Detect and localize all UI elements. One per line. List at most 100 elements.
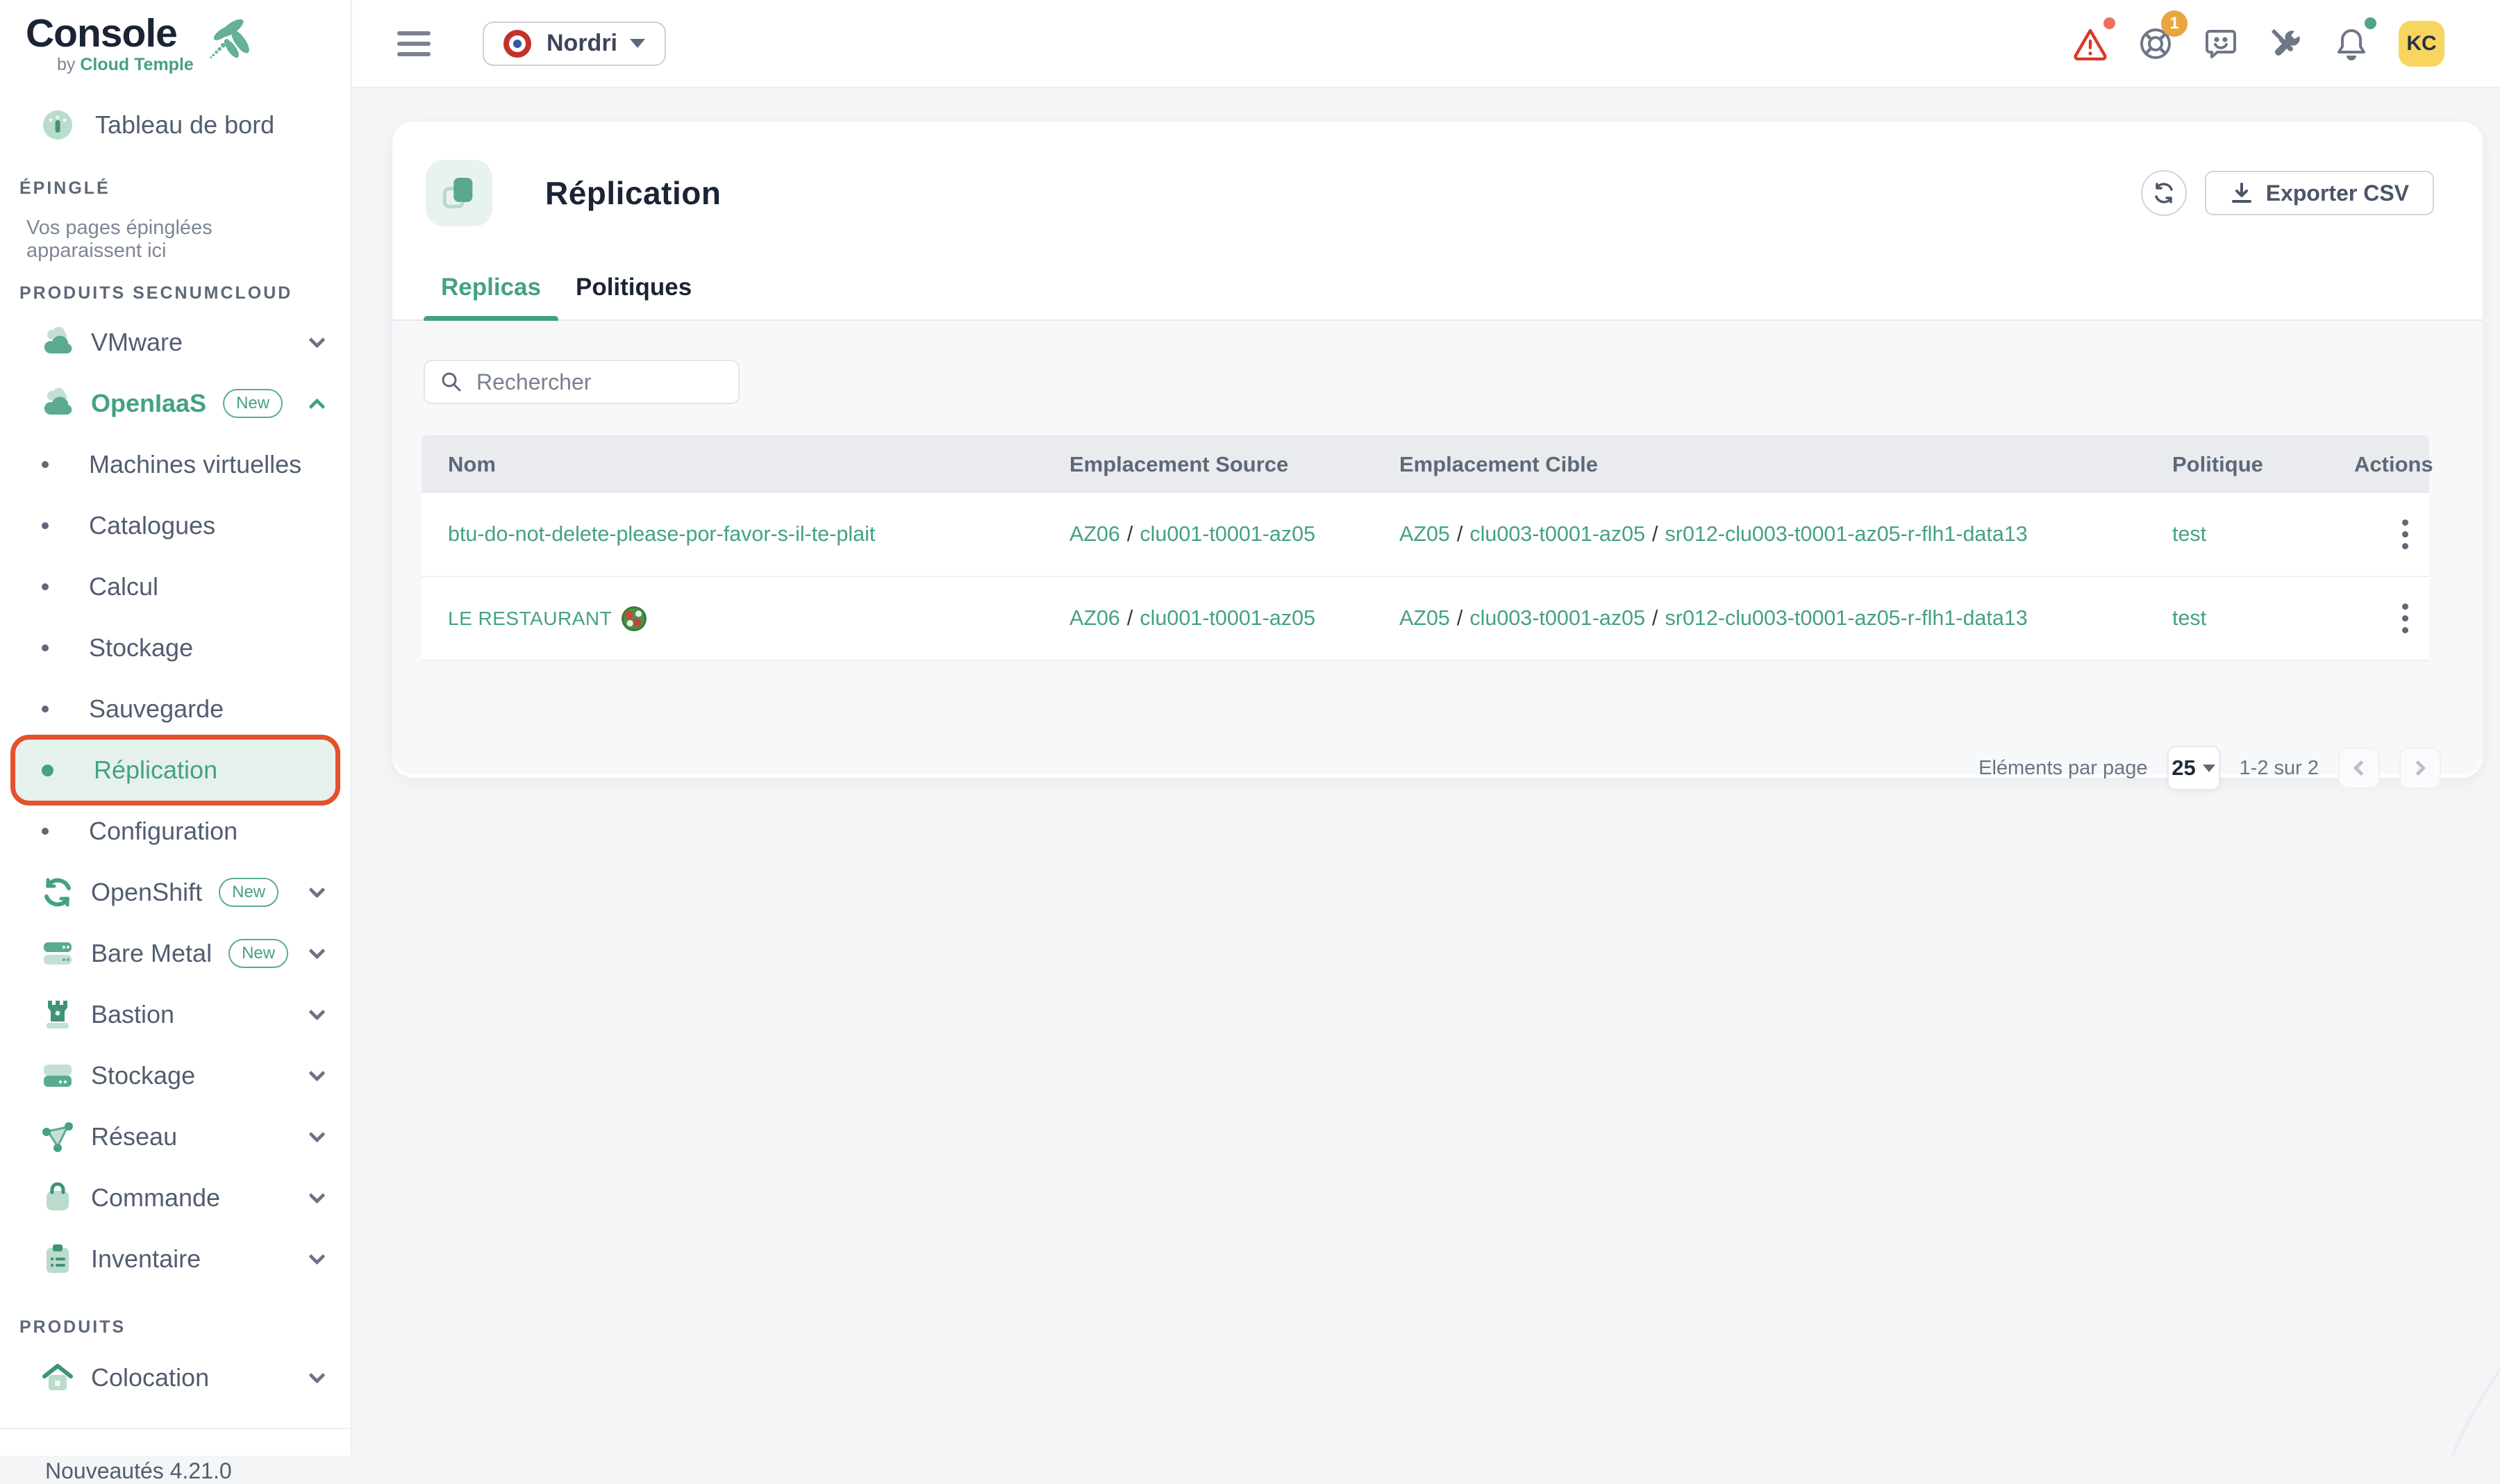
notifications-button[interactable] — [2333, 26, 2369, 62]
col-header-politique: Politique — [2172, 452, 2354, 477]
tab-politiques[interactable]: Politiques — [558, 274, 709, 319]
sidebar-item-reseau[interactable]: Réseau — [0, 1106, 351, 1167]
chevron-down-icon — [308, 1187, 325, 1203]
table-row: btu-do-not-delete-please-por-favor-s-il-… — [422, 493, 2429, 577]
next-page-button[interactable] — [2399, 747, 2441, 789]
search-box[interactable] — [424, 360, 740, 404]
sidebar-item-label: Réseau — [91, 1122, 177, 1151]
alerts-button[interactable] — [2072, 26, 2108, 62]
previous-page-button[interactable] — [2338, 747, 2380, 789]
replication-card: Réplication Exporter CSV — [392, 122, 2483, 778]
replica-name-link[interactable]: LE RESTAURANT — [448, 608, 612, 630]
row-actions-kebab-button[interactable] — [2354, 519, 2456, 549]
chevron-down-icon — [308, 1248, 325, 1265]
sidebar-item-label: OpenIaaS — [91, 389, 206, 418]
sidebar-item-dashboard[interactable]: Tableau de bord — [0, 108, 351, 142]
target-cluster-link[interactable]: clu003-t0001-az05 — [1469, 522, 1645, 546]
sidebar-subitem-catalogues[interactable]: Catalogues — [0, 495, 351, 556]
tab-bar: Replicas Politiques — [392, 274, 2483, 319]
policy-link[interactable]: test — [2172, 522, 2206, 546]
sidebar-subitem-calcul[interactable]: Calcul — [0, 556, 351, 617]
table-row: LE RESTAURANT AZ06/clu001-t0001-az05 AZ0… — [422, 577, 2429, 661]
per-page-label: Eléments par page — [1978, 757, 2147, 780]
sidebar-item-inventaire[interactable]: Inventaire — [0, 1228, 351, 1290]
brand-byline: by Cloud Temple — [26, 55, 194, 75]
source-cell: AZ06/clu001-t0001-az05 — [1069, 606, 1399, 631]
target-datastore-link[interactable]: sr012-clu003-t0001-az05-r-flh1-data13 — [1665, 522, 2028, 546]
sidebar-item-label: Tableau de bord — [95, 110, 274, 140]
sidebar-item-bare-metal[interactable]: Bare Metal New — [0, 923, 351, 984]
cloud-icon — [38, 387, 77, 420]
bullet-icon — [42, 583, 49, 590]
brand-name: Console — [26, 14, 194, 53]
sidebar-subitem-replication-active[interactable]: Réplication — [15, 740, 335, 801]
refresh-button[interactable] — [2141, 170, 2187, 216]
sidebar-item-bastion[interactable]: Bastion — [0, 984, 351, 1045]
tools-button[interactable] — [2268, 26, 2304, 62]
sidebar-item-label: Colocation — [91, 1363, 209, 1392]
target-cluster-link[interactable]: clu003-t0001-az05 — [1469, 606, 1645, 630]
shopping-bag-icon — [38, 1181, 77, 1215]
pinned-empty-note: Vos pages épinglées apparaissent ici — [0, 217, 351, 262]
sidebar-subitem-configuration[interactable]: Configuration — [0, 801, 351, 862]
sidebar-item-openshift[interactable]: OpenShift New — [0, 862, 351, 923]
sidebar-item-label: Bare Metal — [91, 939, 212, 968]
target-az-link[interactable]: AZ05 — [1399, 522, 1450, 546]
hamburger-menu-button[interactable] — [397, 25, 431, 62]
dragonfly-icon — [201, 17, 255, 67]
sidebar-subitem-machines-virtuelles[interactable]: Machines virtuelles — [0, 434, 351, 495]
target-datastore-link[interactable]: sr012-clu003-t0001-az05-r-flh1-data13 — [1665, 606, 2028, 630]
chevron-down-icon — [308, 1003, 325, 1020]
support-button[interactable]: 1 — [2138, 26, 2174, 62]
col-header-emplacement-source: Emplacement Source — [1069, 452, 1399, 477]
target-cell: AZ05/clu003-t0001-az05/sr012-clu003-t000… — [1399, 522, 2172, 547]
bastion-rook-icon — [38, 998, 77, 1031]
new-badge: New — [223, 389, 283, 418]
tab-replicas[interactable]: Replicas — [424, 274, 558, 319]
cloud-icon — [38, 326, 77, 359]
source-cluster-link[interactable]: clu001-t0001-az05 — [1140, 606, 1315, 630]
chevron-right-icon — [2410, 760, 2426, 776]
sidebar-item-vmware[interactable]: VMware — [0, 312, 351, 373]
release-notes-link[interactable]: Nouveautés 4.21.0 — [0, 1429, 351, 1484]
alert-dot-badge — [2103, 17, 2115, 29]
caret-down-icon — [630, 39, 645, 48]
search-input[interactable] — [476, 369, 712, 395]
brand-logo[interactable]: Console by Cloud Temple — [0, 0, 351, 88]
warning-triangle-icon — [2072, 27, 2108, 60]
workspace-name: Nordri — [547, 30, 617, 57]
new-badge: New — [228, 939, 288, 968]
export-csv-button[interactable]: Exporter CSV — [2205, 171, 2434, 215]
replicas-table: Nom Emplacement Source Emplacement Cible… — [422, 435, 2429, 661]
chevron-down-icon — [308, 1367, 325, 1383]
secnumcloud-section-header: PRODUITS SECNUMCLOUD — [0, 283, 351, 303]
new-badge: New — [219, 878, 278, 907]
sidebar-subitem-sauvegarde[interactable]: Sauvegarde — [0, 678, 351, 740]
feedback-button[interactable] — [2203, 26, 2239, 62]
sidebar-item-commande[interactable]: Commande — [0, 1167, 351, 1228]
decorative-curve — [2411, 1161, 2500, 1456]
row-actions-kebab-button[interactable] — [2354, 603, 2456, 633]
user-avatar[interactable]: KC — [2399, 21, 2444, 67]
col-header-emplacement-cible: Emplacement Cible — [1399, 452, 2172, 477]
policy-link[interactable]: test — [2172, 606, 2206, 630]
workspace-selector[interactable]: Nordri — [483, 22, 666, 66]
source-az-link[interactable]: AZ06 — [1069, 522, 1120, 546]
sidebar-subitem-stockage[interactable]: Stockage — [0, 617, 351, 678]
page-title: Réplication — [545, 174, 721, 212]
replication-tile-icon — [426, 160, 492, 226]
sidebar-item-stockage[interactable]: Stockage — [0, 1045, 351, 1106]
sidebar-item-label: Commande — [91, 1183, 220, 1212]
source-cluster-link[interactable]: clu001-t0001-az05 — [1140, 522, 1315, 546]
sync-icon — [2151, 181, 2176, 206]
per-page-select[interactable]: 25 — [2167, 746, 2220, 790]
network-icon — [38, 1120, 77, 1153]
source-az-link[interactable]: AZ06 — [1069, 606, 1120, 630]
sidebar-item-openiaas[interactable]: OpenIaaS New — [0, 373, 351, 434]
sidebar-item-colocation[interactable]: Colocation — [0, 1347, 351, 1408]
target-az-link[interactable]: AZ05 — [1399, 606, 1450, 630]
chevron-down-icon — [308, 881, 325, 898]
replica-name-link[interactable]: btu-do-not-delete-please-por-favor-s-il-… — [448, 522, 875, 547]
products-section-header: PRODUITS — [0, 1317, 351, 1337]
table-header-row: Nom Emplacement Source Emplacement Cible… — [422, 435, 2429, 493]
